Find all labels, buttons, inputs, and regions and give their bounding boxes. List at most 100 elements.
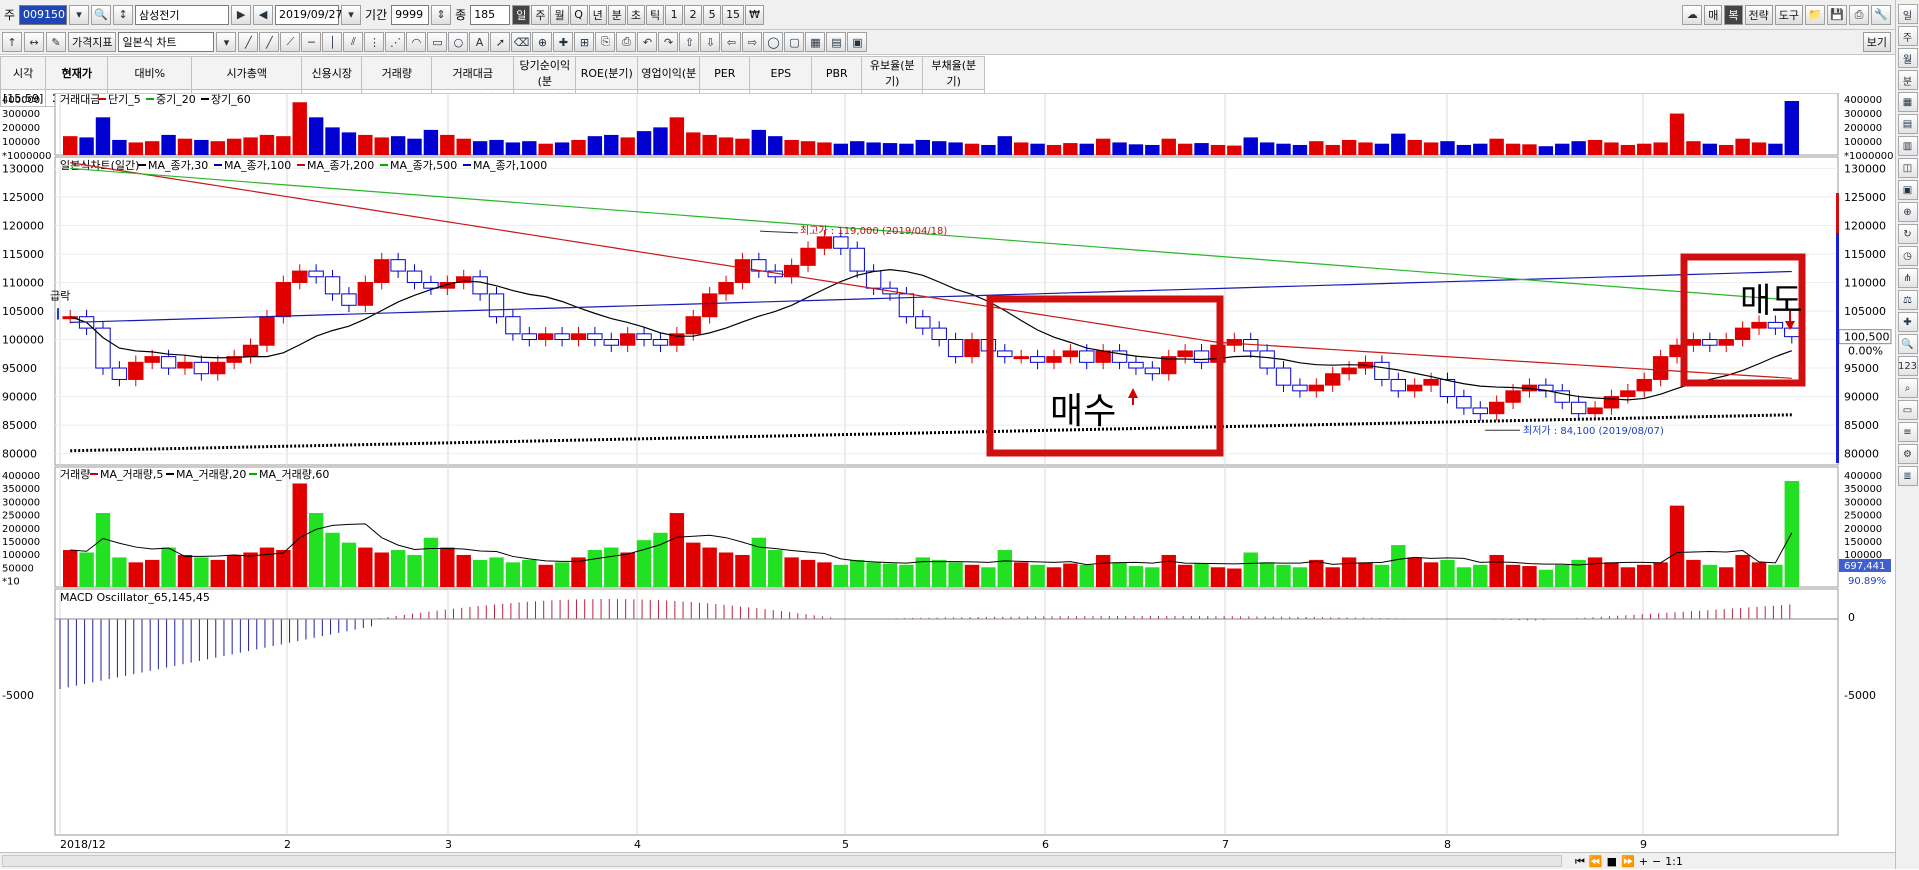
list-icon[interactable]: ≣ — [1897, 466, 1918, 486]
layers-icon[interactable]: ≡ — [1897, 422, 1918, 442]
zoom-out-icon[interactable]: − — [1652, 855, 1661, 868]
down-tool-icon[interactable]: ⇩ — [700, 32, 721, 52]
stop-icon[interactable]: ■ — [1607, 855, 1617, 868]
period-button[interactable]: 주 — [531, 4, 550, 25]
search-icon[interactable]: 🔍 — [1897, 334, 1918, 354]
wrench-icon[interactable]: 🔧 — [1871, 4, 1891, 25]
news-icon[interactable]: ◫ — [1897, 158, 1918, 178]
note-icon[interactable]: ✎ — [46, 32, 66, 52]
vline-tool-icon[interactable]: │ — [322, 32, 343, 52]
period-button[interactable]: 1 — [665, 4, 684, 25]
num-icon[interactable]: 123 — [1897, 356, 1918, 376]
period-button[interactable]: 2 — [684, 4, 703, 25]
paste-tool-icon[interactable]: ⎙ — [616, 32, 637, 52]
fill-tool-icon[interactable]: ▦ — [805, 32, 826, 52]
view-button[interactable]: 보기 — [1862, 32, 1891, 52]
line-tool-icon[interactable]: ╱ — [238, 32, 259, 52]
grid-icon[interactable]: ▥ — [1897, 136, 1918, 156]
eraser-tool-icon[interactable]: ⌫ — [511, 32, 532, 52]
ray-tool-icon[interactable]: ╱ — [259, 32, 280, 52]
period-button[interactable]: 초 — [626, 4, 645, 25]
min-icon[interactable]: 분 — [1897, 70, 1918, 90]
week-icon[interactable]: 주 — [1897, 26, 1918, 46]
calc-icon[interactable]: ▭ — [1897, 400, 1918, 420]
save-icon[interactable]: 💾 — [1827, 4, 1847, 25]
box-tool-icon[interactable]: ▭ — [427, 32, 448, 52]
chart-type-select[interactable]: 일본식 차트 — [118, 32, 215, 52]
buy-button[interactable]: 매 — [1704, 4, 1723, 25]
prev-icon[interactable]: ▶ — [231, 4, 252, 25]
cloud-icon[interactable]: ☁ — [1682, 4, 1703, 25]
zoom-icon[interactable]: ⊕ — [1897, 202, 1918, 222]
cycle-tool-icon[interactable]: ◠ — [406, 32, 427, 52]
print-icon[interactable]: ⎙ — [1849, 4, 1869, 25]
undo-tool-icon[interactable]: ↶ — [637, 32, 658, 52]
img-tool-icon[interactable]: ▣ — [847, 32, 868, 52]
fibo-tool-icon[interactable]: ⋮ — [364, 32, 385, 52]
circle2-tool-icon[interactable]: ◯ — [763, 32, 784, 52]
scale-icon[interactable]: ⚖ — [1897, 290, 1918, 310]
indicator-button[interactable]: 가격지표 — [68, 32, 117, 52]
tree-icon[interactable]: ⋔ — [1897, 268, 1918, 288]
horizontal-scrollbar[interactable] — [2, 855, 1562, 867]
dropdown-arrow-icon[interactable]: ▾ — [69, 4, 90, 25]
redo-tool-icon[interactable]: ↷ — [658, 32, 679, 52]
period-button[interactable]: 5 — [703, 4, 722, 25]
table-tool-icon[interactable]: ▤ — [826, 32, 847, 52]
zoom-tool-icon[interactable]: ⊞ — [574, 32, 595, 52]
history-icon[interactable]: ↕ — [113, 4, 134, 25]
first-icon[interactable]: ⏮ — [1575, 855, 1585, 869]
stock-code-input[interactable]: 009150 — [19, 4, 68, 25]
right-tool-icon[interactable]: ⇨ — [742, 32, 763, 52]
trend-tool-icon[interactable]: ⟋ — [280, 32, 301, 52]
info-icon[interactable]: ▣ — [1897, 180, 1918, 200]
rewind-icon[interactable]: ⏪ — [1589, 855, 1603, 868]
rect-tool-icon[interactable]: ▢ — [784, 32, 805, 52]
tools-button[interactable]: 도구 — [1774, 4, 1803, 25]
copy-tool-icon[interactable]: ⎘ — [595, 32, 616, 52]
find-icon[interactable]: ⌕ — [1897, 378, 1918, 398]
count-input[interactable]: 185 — [470, 4, 511, 25]
magnet-tool-icon[interactable]: ⊕ — [532, 32, 553, 52]
chart-type-dropdown-icon[interactable]: ▾ — [216, 32, 237, 52]
month-icon[interactable]: 월 — [1897, 48, 1918, 68]
channel-tool-icon[interactable]: ⫽ — [343, 32, 364, 52]
cross-tool-icon[interactable]: ✚ — [553, 32, 574, 52]
chart-area[interactable]: 2018/12 2 3 4 5 6 7 8 9 130000 130000 125000 125000 1… — [0, 93, 1895, 852]
stock-name-field[interactable]: 삼성전기 — [135, 4, 230, 25]
folder-icon[interactable]: 📁 — [1805, 4, 1825, 25]
arrow-lr-icon[interactable]: ↔ — [24, 32, 44, 52]
calendar-dropdown-icon[interactable]: ▾ — [341, 4, 362, 25]
period-button[interactable]: 월 — [550, 4, 569, 25]
gann-tool-icon[interactable]: ⋰ — [385, 32, 406, 52]
date-field[interactable]: 2019/09/27 — [275, 4, 342, 25]
period-button[interactable]: 일 — [512, 4, 531, 25]
daily-icon[interactable]: 일 — [1897, 4, 1918, 24]
refresh-icon[interactable]: ↻ — [1897, 224, 1918, 244]
hline-tool-icon[interactable]: ─ — [301, 32, 322, 52]
arrow-up-icon[interactable]: ↑ — [2, 32, 22, 52]
period-button[interactable]: 15 — [722, 4, 745, 25]
table-icon[interactable]: ▤ — [1897, 114, 1918, 134]
period-button[interactable]: 틱 — [645, 4, 665, 25]
up-tool-icon[interactable]: ⇧ — [679, 32, 700, 52]
forward-icon[interactable]: ⏩ — [1621, 855, 1635, 868]
copy-button[interactable]: 복 — [1724, 4, 1743, 25]
search-icon[interactable]: 🔍 — [91, 4, 112, 25]
strategy-button[interactable]: 전략 — [1744, 4, 1773, 25]
cross-icon[interactable]: ✚ — [1897, 312, 1918, 332]
text-tool-icon[interactable]: A — [469, 32, 490, 52]
period-button[interactable]: 년 — [588, 4, 607, 25]
arrow-tool-icon[interactable]: ➚ — [490, 32, 511, 52]
clock-icon[interactable]: ◷ — [1897, 246, 1918, 266]
spin-icon[interactable]: ⇕ — [431, 4, 452, 25]
chart-icon[interactable]: ▦ — [1897, 92, 1918, 112]
next-icon[interactable]: ◀ — [253, 4, 274, 25]
period-button[interactable]: Q — [569, 4, 588, 25]
period-button[interactable]: ₩ — [745, 4, 764, 25]
period-button[interactable]: 분 — [607, 4, 626, 25]
gear-icon[interactable]: ⚙ — [1897, 444, 1918, 464]
period-input[interactable]: 9999 — [391, 4, 430, 25]
zoom-in-icon[interactable]: + — [1639, 855, 1648, 868]
left-tool-icon[interactable]: ⇦ — [721, 32, 742, 52]
